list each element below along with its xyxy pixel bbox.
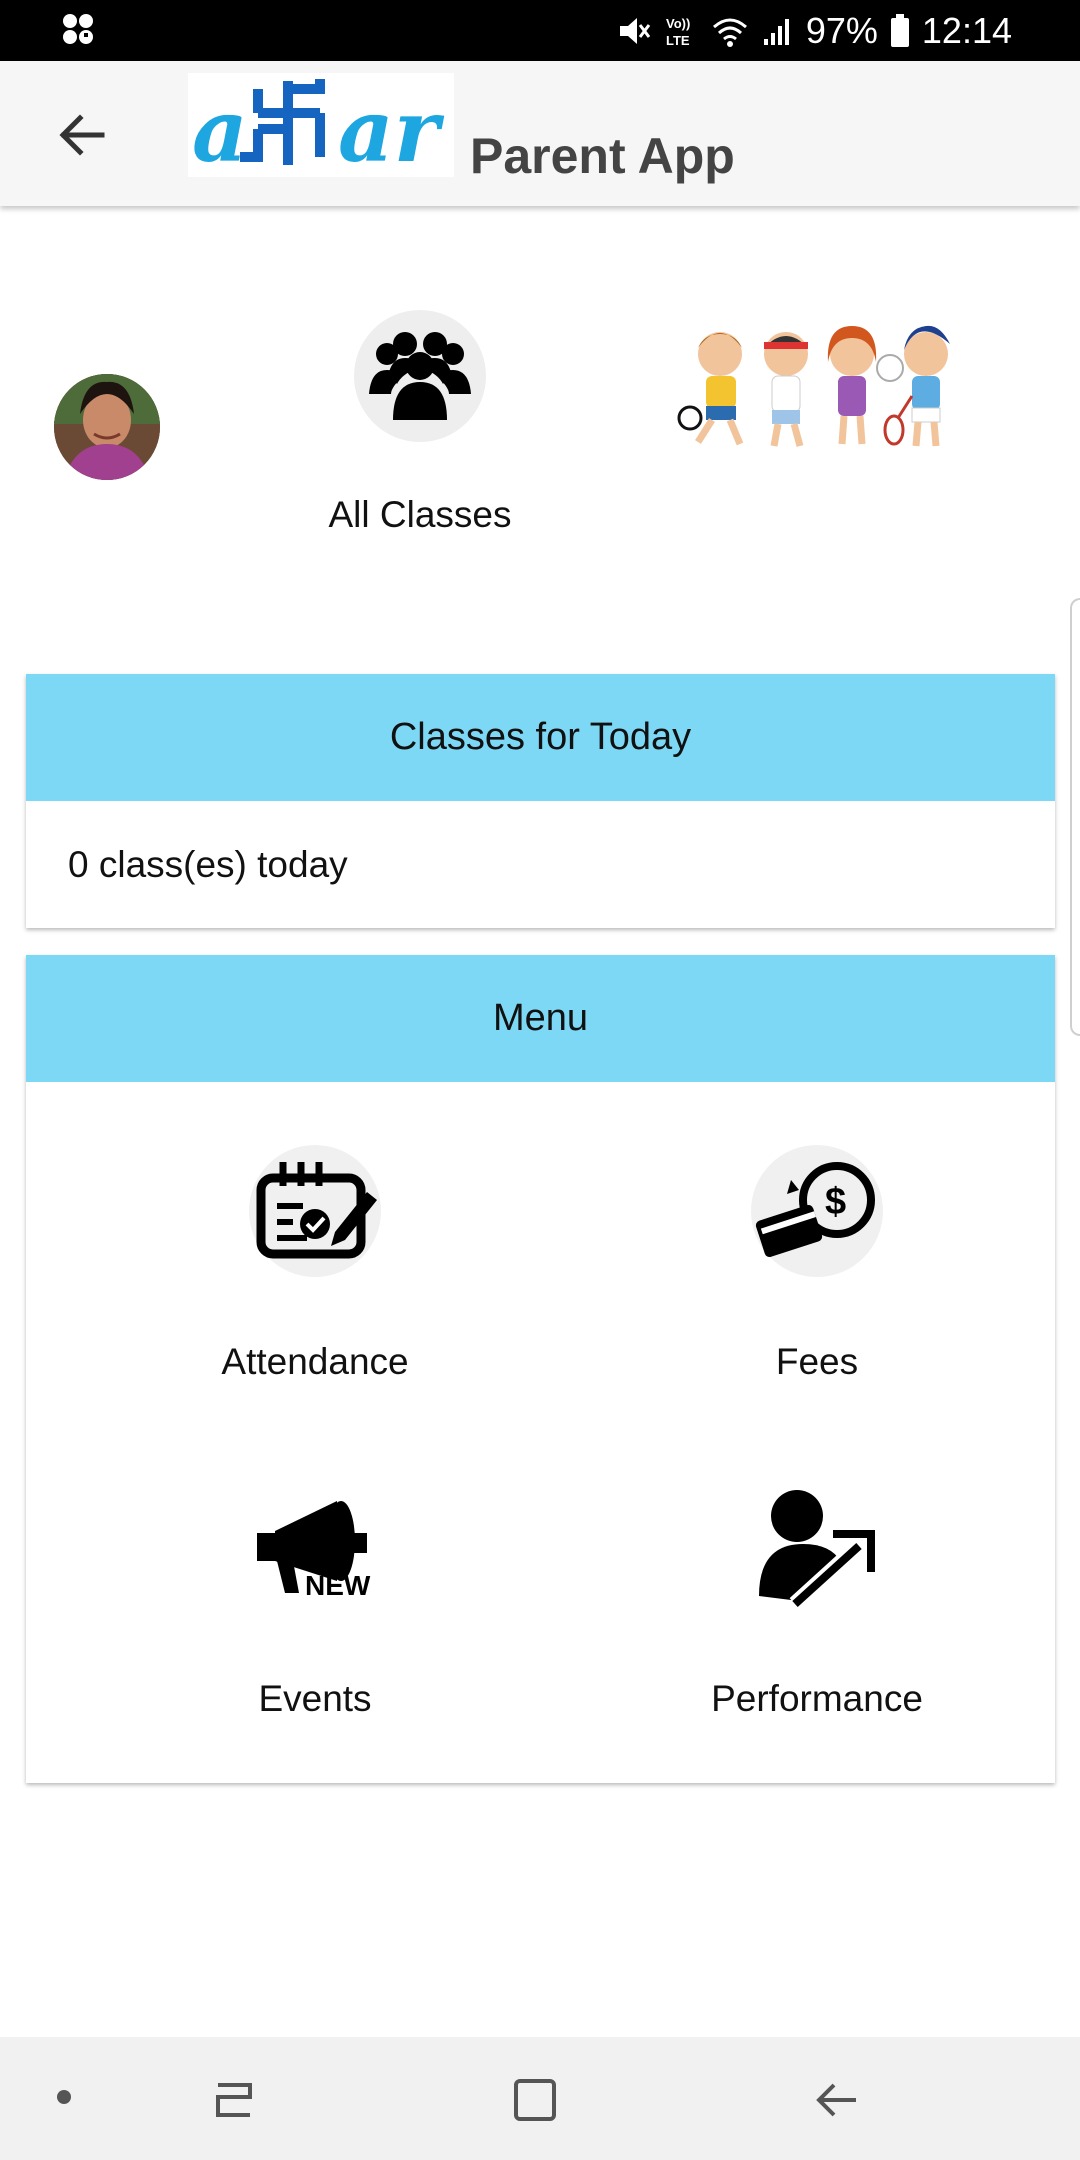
menu-header: Menu [26,955,1055,1082]
classes-today-card: Classes for Today 0 class(es) today [26,674,1055,928]
back-icon[interactable] [814,2077,860,2128]
classes-today-summary[interactable]: 0 class(es) today [26,801,1055,928]
svg-text:Vo)): Vo)) [666,16,690,31]
classes-today-header: Classes for Today [26,674,1055,801]
menu-item-fees[interactable]: $ Fees [617,1145,1017,1383]
battery-icon [890,13,910,48]
drawer-handle[interactable] [1070,598,1080,1036]
menu-item-performance[interactable]: Performance [617,1482,1017,1720]
dot-icon[interactable] [54,2087,74,2112]
back-arrow-icon[interactable] [52,103,116,167]
parent-app-home: Vo)) LTE 97% 12:14 a ar Parent App All C… [0,0,1080,2160]
volte-icon: Vo)) LTE [664,13,698,49]
menu-label-attendance: Attendance [221,1341,409,1382]
mute-icon [616,13,652,49]
attendance-icon [249,1145,381,1277]
svg-text:a: a [192,81,248,177]
signal-icon [762,13,794,49]
system-nav-bar [0,2037,1080,2160]
kids-sports-illustration [676,318,976,456]
menu-card: Menu Attendance $ Fees NEW Events Perfor… [26,955,1055,1783]
battery-percent: 97% [805,9,878,51]
menu-label-performance: Performance [711,1678,923,1719]
status-bar: Vo)) LTE 97% 12:14 [0,0,1080,61]
group-icon[interactable] [354,310,486,442]
svg-text:ar: ar [338,81,445,177]
menu-item-events[interactable]: NEW Events [115,1482,515,1720]
svg-text:LTE: LTE [666,33,690,48]
app-title: Parent App [470,128,735,184]
fees-icon: $ [751,1145,883,1277]
clock: 12:14 [921,9,1012,51]
app-logo: a ar [188,73,454,182]
wifi-icon [710,13,750,49]
megaphone-new-icon: NEW [249,1482,381,1614]
recent-apps-icon[interactable] [210,2077,256,2128]
menu-item-attendance[interactable]: Attendance [115,1145,515,1383]
app-bar: a ar Parent App [0,61,1080,206]
svg-text:NEW: NEW [305,1570,371,1601]
all-classes-label[interactable]: All Classes [280,494,560,536]
menu-label-fees: Fees [775,1341,859,1382]
menu-label-events: Events [258,1678,372,1719]
avatar[interactable] [54,374,160,480]
svg-text:$: $ [825,1181,846,1223]
performance-icon [751,1482,883,1614]
notifications-icon [62,13,96,47]
home-icon[interactable] [512,2077,558,2128]
